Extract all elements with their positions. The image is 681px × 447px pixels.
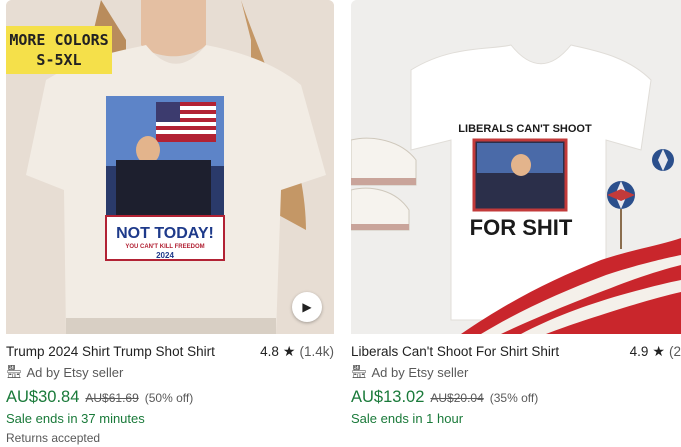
product-photo: LIBERALS CAN'T SHOOT FOR SHIT [351,0,681,334]
sale-ends: Sale ends in 37 minutes [6,411,145,426]
ad-label: 🏪︎ Ad by Etsy seller [351,363,681,381]
listing-card-2[interactable]: LIBERALS CAN'T SHOOT FOR SHIT Liberals C… [351,0,681,426]
listing-image-1[interactable]: NOT TODAY! YOU CAN'T KILL FREEDOM 2024 M… [6,0,334,334]
discount: (35% off) [489,391,539,405]
star-icon: ★ [282,342,296,359]
sale-ends: Sale ends in 1 hour [351,411,464,426]
rating-value: 4.9 [629,343,649,359]
original-price: AU$61.69 [85,391,139,405]
rating-value: 4.8 [260,343,279,359]
ad-label: 🏪︎ Ad by Etsy seller [6,363,334,381]
listing-image-2[interactable]: LIBERALS CAN'T SHOOT FOR SHIT [351,0,681,334]
discount: (50% off) [144,391,194,405]
review-count: (1.4k) [299,343,334,359]
play-video-button[interactable]: ▶ [292,292,322,322]
review-count: (2 [668,343,681,359]
listing-card-1[interactable]: NOT TODAY! YOU CAN'T KILL FREEDOM 2024 M… [6,0,334,445]
rating: 4.8 ★ (1.4k) [260,343,334,360]
listing-title[interactable]: Trump 2024 Shirt Trump Shot Shirt [6,344,252,359]
badge-line-1: MORE COLORS [9,31,109,49]
shop-icon: 🏪︎ [351,364,368,379]
ad-text: Ad by Etsy seller [26,364,124,380]
price-row: AU$13.02 AU$20.04 (35% off) [351,388,681,407]
price-row: AU$30.84 AU$61.69 (50% off) [6,388,334,407]
more-colors-badge: MORE COLORS S-5XL [6,26,112,74]
star-icon: ★ [652,342,665,359]
listing-title[interactable]: Liberals Can't Shoot For Shirt Shirt [351,344,622,359]
badge-line-2: S-5XL [36,51,82,69]
ad-text: Ad by Etsy seller [371,364,469,380]
sale-price: AU$13.02 [351,388,425,406]
sale-price: AU$30.84 [6,388,80,406]
original-price: AU$20.04 [430,391,484,405]
shirt-line-2: FOR SHIT [470,215,573,240]
shirt-line-1: LIBERALS CAN'T SHOOT [458,123,592,135]
returns-accepted: Returns accepted [6,431,101,445]
shirt-subline: YOU CAN'T KILL FREEDOM [125,244,204,250]
shirt-headline: NOT TODAY! [116,225,214,242]
shop-icon: 🏪︎ [6,364,23,379]
play-icon: ▶ [302,300,312,314]
rating: 4.9 ★ (2 [630,343,681,360]
shirt-year: 2024 [156,251,174,260]
